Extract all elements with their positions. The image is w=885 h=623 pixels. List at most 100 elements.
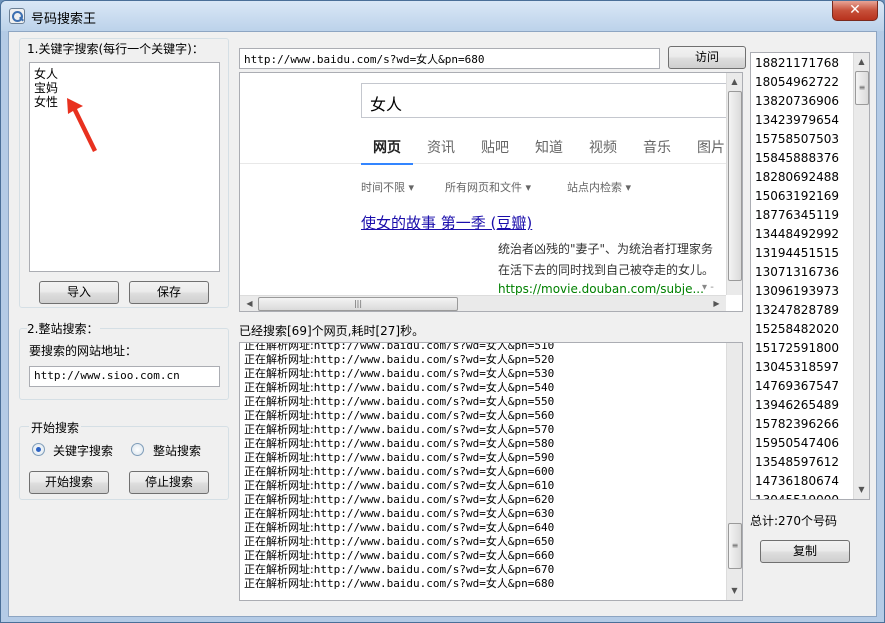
phone-number-item[interactable]: 13448492992: [751, 225, 853, 244]
phone-vertical-scrollbar[interactable]: ▲ ≡ ▼: [853, 53, 869, 499]
browser-hscroll-thumb[interactable]: |||: [258, 297, 458, 311]
grip-icon: ≡: [858, 83, 866, 92]
embedded-browser[interactable]: 女人 网页 资讯 贴吧 知道 视频 音乐 图片 时间不限 ▾ 所有网页和文件 ▾ 站点内检索 ▾…: [239, 72, 743, 312]
baidu-tab[interactable]: 知道: [523, 137, 575, 163]
result-url[interactable]: https://movie.douban.com/subje...: [498, 282, 704, 296]
scroll-down-icon[interactable]: ▼: [854, 482, 869, 497]
log-line-prefix: 正在解析网址:: [244, 493, 314, 506]
visit-button[interactable]: 访问: [668, 46, 746, 69]
log-line: 正在解析网址:http://www.baidu.com/s?wd=女人&pn=5…: [244, 437, 724, 451]
log-lines: 正在解析网址:http://www.baidu.com/s?wd=女人&pn=5…: [244, 342, 724, 591]
phone-number-item[interactable]: 18280692488: [751, 168, 853, 187]
log-line: 正在解析网址:http://www.baidu.com/s?wd=女人&pn=6…: [244, 521, 724, 535]
browser-horizontal-scrollbar[interactable]: ◀ ||| ▶: [240, 295, 726, 311]
log-line: 正在解析网址:http://www.baidu.com/s?wd=女人&pn=5…: [244, 409, 724, 423]
log-line-prefix: 正在解析网址:: [244, 535, 314, 548]
phone-number-item[interactable]: 13247828789: [751, 301, 853, 320]
phone-number-item[interactable]: 18821171768: [751, 54, 853, 73]
scroll-up-icon[interactable]: ▲: [727, 74, 742, 89]
log-line-prefix: 正在解析网址:: [244, 381, 314, 394]
start-search-button[interactable]: 开始搜索: [29, 471, 109, 494]
scroll-down-icon[interactable]: ▼: [727, 583, 742, 598]
radio-site-search[interactable]: [131, 443, 144, 456]
phone-number-item[interactable]: 14769367547: [751, 377, 853, 396]
site-url-label: 要搜索的网站地址：: [29, 344, 138, 358]
phone-number-item[interactable]: 15758507503: [751, 130, 853, 149]
log-line-url: http://www.baidu.com/s?wd=女人&pn=580: [313, 437, 555, 450]
stop-search-button[interactable]: 停止搜索: [129, 471, 209, 494]
log-line-url: http://www.baidu.com/s?wd=女人&pn=650: [313, 535, 555, 548]
title-bar[interactable]: 号码搜索王 ✕: [1, 1, 884, 31]
phone-number-item[interactable]: 14736180674: [751, 472, 853, 491]
baidu-filter[interactable]: 站点内检索 ▾: [567, 179, 631, 195]
phone-number-item[interactable]: 18054962722: [751, 73, 853, 92]
import-button[interactable]: 导入: [39, 281, 119, 304]
baidu-tab[interactable]: 资讯: [415, 137, 467, 163]
radio-keyword-search[interactable]: [32, 443, 45, 456]
site-group-title: 2.整站搜索：: [27, 320, 101, 337]
log-line-prefix: 正在解析网址:: [244, 437, 314, 450]
phone-number-item[interactable]: 15782396266: [751, 415, 853, 434]
log-line-url: http://www.baidu.com/s?wd=女人&pn=540: [313, 381, 555, 394]
keyword-textarea[interactable]: 女人 宝妈 女性: [29, 62, 220, 272]
baidu-tab[interactable]: 网页: [361, 137, 413, 165]
log-line: 正在解析网址:http://www.baidu.com/s?wd=女人&pn=5…: [244, 423, 724, 437]
phone-items: 18821171768 18054962722 13820736906 1342397…: [751, 54, 853, 499]
phone-number-item[interactable]: 13548597612: [751, 453, 853, 472]
phone-number-item[interactable]: 15063192169: [751, 187, 853, 206]
save-button[interactable]: 保存: [129, 281, 209, 304]
search-status-text: 已经搜索[69]个网页,耗时[27]秒。: [239, 324, 425, 338]
baidu-search-box[interactable]: 女人: [361, 83, 731, 118]
log-line-prefix: 正在解析网址:: [244, 409, 314, 422]
browser-vscroll-thumb[interactable]: [728, 91, 742, 281]
log-vertical-scrollbar[interactable]: ≡ ▼: [726, 343, 742, 600]
log-line-prefix: 正在解析网址:: [244, 465, 314, 478]
baidu-filter[interactable]: 所有网页和文件 ▾: [445, 179, 531, 195]
phone-number-item[interactable]: 13820736906: [751, 92, 853, 111]
log-line-url: http://www.baidu.com/s?wd=女人&pn=530: [313, 367, 555, 380]
window-title: 号码搜索王: [31, 12, 97, 27]
phone-number-item[interactable]: 13045519000: [751, 491, 853, 499]
result-title-link[interactable]: 使女的故事 第一季 (豆瓣): [361, 212, 532, 233]
phone-number-item[interactable]: 13946265489: [751, 396, 853, 415]
log-line-prefix: 正在解析网址:: [244, 549, 314, 562]
log-line-url: http://www.baidu.com/s?wd=女人&pn=510: [313, 342, 555, 352]
tabs-divider: [240, 163, 726, 164]
close-icon: ✕: [849, 2, 861, 18]
copy-button[interactable]: 复制: [760, 540, 850, 563]
result-dropdown-icon[interactable]: ▾ -: [702, 282, 714, 293]
phone-list[interactable]: 18821171768 18054962722 13820736906 1342397…: [750, 52, 870, 500]
log-line-url: http://www.baidu.com/s?wd=女人&pn=520: [313, 353, 555, 366]
phone-number-item[interactable]: 15845888376: [751, 149, 853, 168]
phone-number-item[interactable]: 13096193973: [751, 282, 853, 301]
log-line-prefix: 正在解析网址:: [244, 367, 314, 380]
baidu-filter[interactable]: 时间不限 ▾: [361, 179, 414, 195]
site-url-input[interactable]: http://www.sioo.com.cn: [29, 366, 220, 387]
browser-url-input[interactable]: http://www.baidu.com/s?wd=女人&pn=680: [239, 48, 660, 69]
phone-number-item[interactable]: 13423979654: [751, 111, 853, 130]
phone-number-item[interactable]: 13071316736: [751, 263, 853, 282]
scroll-up-icon[interactable]: ▲: [854, 54, 869, 69]
start-group-title: 开始搜索: [29, 419, 82, 436]
baidu-tab[interactable]: 贴吧: [469, 137, 521, 163]
phone-number-item[interactable]: 15172591800: [751, 339, 853, 358]
parse-log[interactable]: 正在解析网址:http://www.baidu.com/s?wd=女人&pn=5…: [239, 342, 743, 601]
baidu-tab[interactable]: 视频: [577, 137, 629, 163]
phone-number-item[interactable]: 15950547406: [751, 434, 853, 453]
log-line: 正在解析网址:http://www.baidu.com/s?wd=女人&pn=6…: [244, 549, 724, 563]
keyword-group-title: 1.关键字搜索(每行一个关键字)：: [27, 42, 204, 56]
close-button[interactable]: ✕: [832, 1, 878, 21]
phone-number-item[interactable]: 15258482020: [751, 320, 853, 339]
browser-vertical-scrollbar[interactable]: ▲: [726, 73, 742, 295]
phone-vscroll-thumb[interactable]: ≡: [855, 71, 869, 105]
baidu-tab[interactable]: 音乐: [631, 137, 683, 163]
scroll-right-icon[interactable]: ▶: [709, 296, 724, 311]
phone-number-item[interactable]: 13045318597: [751, 358, 853, 377]
log-line-prefix: 正在解析网址:: [244, 563, 314, 576]
log-line: 正在解析网址:http://www.baidu.com/s?wd=女人&pn=6…: [244, 535, 724, 549]
scroll-left-icon[interactable]: ◀: [242, 296, 257, 311]
log-vscroll-thumb[interactable]: ≡: [728, 523, 742, 569]
phone-number-item[interactable]: 13194451515: [751, 244, 853, 263]
phone-number-item[interactable]: 18776345119: [751, 206, 853, 225]
total-count-text: 总计:270个号码: [750, 514, 837, 528]
